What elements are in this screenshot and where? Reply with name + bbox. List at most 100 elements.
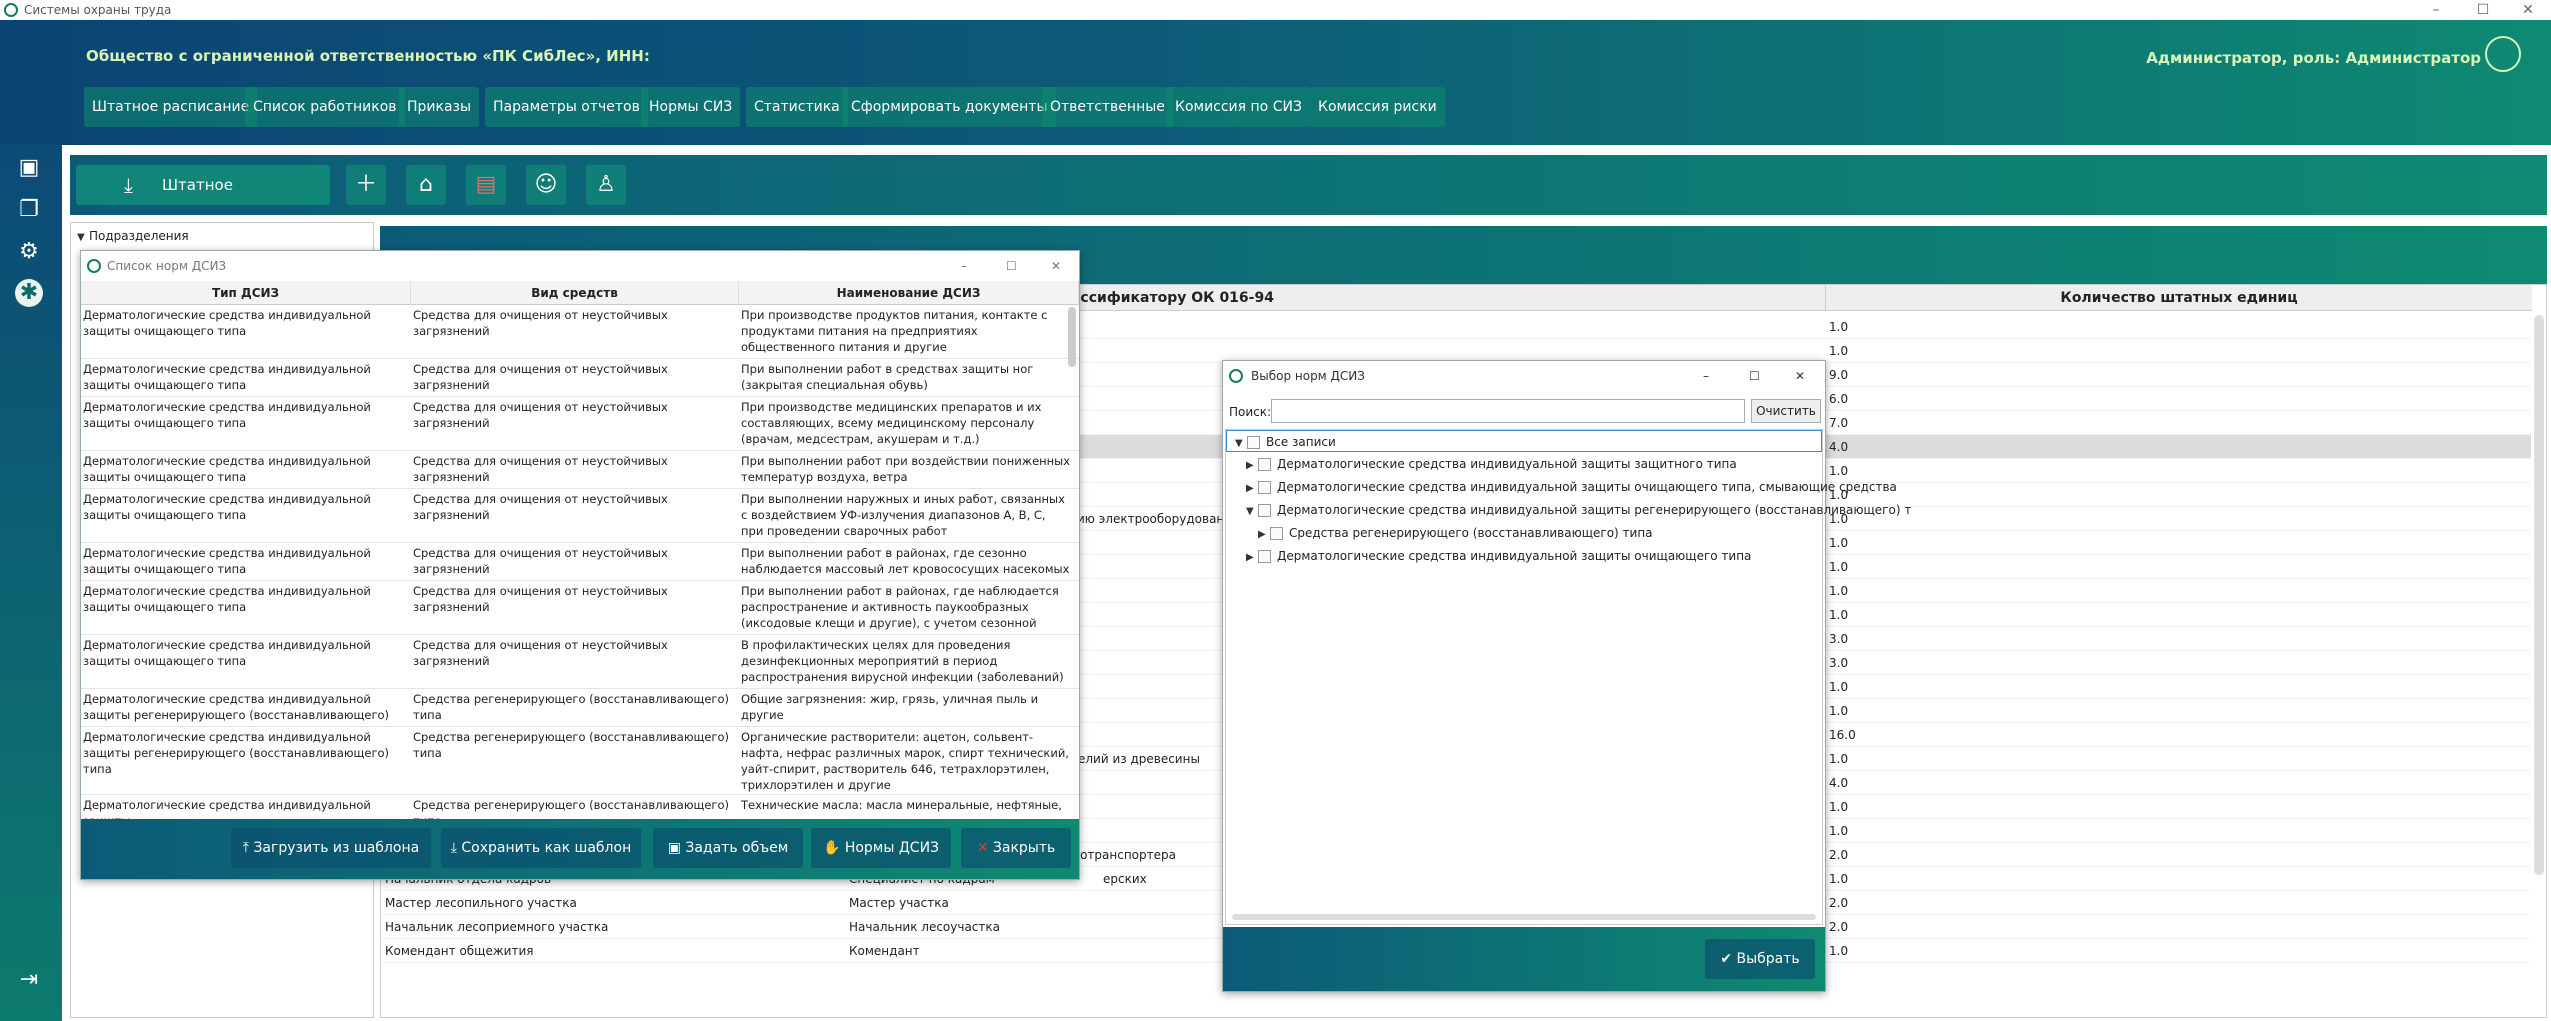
checkbox[interactable] — [1258, 550, 1271, 563]
nav-siz-commission[interactable]: Комиссия по СИЗ — [1167, 87, 1310, 127]
row-profession: елий из древесины — [1078, 752, 1200, 766]
tree-root[interactable]: ▼ Подразделения — [77, 229, 189, 243]
row-count: 2.0 — [1829, 896, 1849, 910]
nav-orders[interactable]: Приказы — [399, 87, 480, 127]
dsiz-list-dialog: Список норм ДСИЗ – ☐ ✕ Тип ДСИЗ Вид сред… — [80, 250, 1080, 880]
cell-dsiz-name: Технические масла: масла минеральные, не… — [741, 798, 1062, 812]
clipboard-icon: ▣ — [667, 840, 686, 856]
close-icon[interactable]: ✕ — [1051, 251, 1061, 281]
nav-report-params[interactable]: Параметры отчетов — [485, 87, 648, 127]
check-circle-icon: ✔ — [1720, 951, 1737, 967]
cell-dsiz-type: Дерматологические средства индивидуально… — [83, 798, 371, 819]
row-count: 6.0 — [1829, 392, 1849, 406]
nav-responsible[interactable]: Ответственные — [1042, 87, 1173, 127]
maximize-icon[interactable]: ☐ — [1749, 361, 1760, 391]
search-input[interactable] — [1271, 399, 1745, 423]
set-volume-button[interactable]: ▣ Задать объем — [653, 828, 803, 868]
avatar[interactable] — [2485, 36, 2521, 72]
upload-icon: ⤒ — [242, 840, 254, 856]
mask-icon[interactable]: ☺ — [526, 165, 566, 205]
col-header-dsiz-name[interactable]: Наименование ДСИЗ — [739, 281, 1079, 305]
close-icon[interactable]: ✕ — [2505, 0, 2551, 20]
table-row[interactable]: Дерматологические средства индивидуально… — [81, 635, 1079, 689]
user-role: Администратор, роль: Администратор — [2146, 49, 2481, 67]
nav-employee-list[interactable]: Список работников — [245, 87, 405, 127]
medical-icon[interactable]: ✱ — [15, 279, 43, 307]
load-template-button[interactable]: ⤒ Загрузить из шаблона — [231, 828, 431, 868]
row-count: 7.0 — [1829, 416, 1849, 430]
nav-staff-schedule[interactable]: Штатное расписание — [84, 87, 258, 127]
checkbox[interactable] — [1270, 527, 1283, 540]
checkbox[interactable] — [1247, 436, 1260, 449]
table-row[interactable]: Дерматологические средства индивидуально… — [81, 451, 1079, 489]
cell-dsiz-name: При выполнении работ при воздействии пон… — [741, 454, 1071, 484]
app-logo-icon — [1229, 369, 1243, 383]
gear-icon[interactable]: ⚙ — [13, 237, 45, 267]
close-button[interactable]: ✕ Закрыть — [961, 828, 1071, 868]
table-row[interactable]: Дерматологические средства индивидуально… — [81, 397, 1079, 451]
row-count: 1.0 — [1829, 584, 1849, 598]
col-header-means-kind[interactable]: Вид средств — [411, 281, 739, 305]
row-count: 4.0 — [1829, 776, 1849, 790]
tree-node-all[interactable]: ▼ Все записи — [1226, 430, 1822, 452]
col-header-dsiz-type[interactable]: Тип ДСИЗ — [81, 281, 411, 305]
maximize-icon[interactable]: ☐ — [1006, 251, 1017, 281]
load-staff-schedule-button[interactable]: ⤓ Штатное расписание — [76, 165, 330, 234]
nav-statistics[interactable]: Статистика — [746, 87, 848, 127]
table-row[interactable]: Дерматологические средства индивидуально… — [81, 689, 1079, 727]
dsiz-list-titlebar: Список норм ДСИЗ – ☐ ✕ — [81, 251, 1079, 281]
add-icon[interactable]: ＋ — [346, 165, 386, 205]
checkbox[interactable] — [1258, 458, 1271, 471]
select-button[interactable]: ✔ Выбрать — [1705, 939, 1815, 979]
table-row[interactable]: Дерматологические средства индивидуально… — [81, 489, 1079, 543]
cell-dsiz-name: Органические растворители: ацетон, сольв… — [741, 730, 1069, 792]
clear-button[interactable]: Очистить — [1751, 399, 1821, 423]
minimize-icon[interactable]: – — [2413, 0, 2459, 20]
window-titlebar: Системы охраны труда – ☐ ✕ — [0, 0, 2551, 20]
clipboard-icon[interactable]: ▤ — [466, 165, 506, 205]
nav-generate-docs[interactable]: Сформировать документы — [843, 87, 1056, 127]
row-count: 16.0 — [1829, 728, 1856, 742]
checkbox[interactable] — [1258, 481, 1271, 494]
tree-node-cleansing[interactable]: ▶ Дерматологические средства индивидуальн… — [1246, 545, 1751, 567]
cell-dsiz-type: Дерматологические средства индивидуально… — [83, 584, 371, 614]
close-icon[interactable]: ✕ — [1795, 361, 1805, 391]
row-count: 1.0 — [1829, 608, 1849, 622]
worker-icon[interactable]: ♙ — [586, 165, 626, 205]
map-icon[interactable]: ⌂ — [406, 165, 446, 205]
window-title: Системы охраны труда — [24, 3, 172, 17]
briefcase-icon[interactable]: ▣ — [13, 153, 45, 183]
cell-dsiz-type: Дерматологические средства индивидуально… — [83, 400, 371, 430]
tree-node-regenerating[interactable]: ▼ Дерматологические средства индивидуальн… — [1246, 499, 1911, 521]
app-logo-icon — [87, 259, 101, 273]
tree-node-regenerating-means[interactable]: ▶ Средства регенерирующего (восстанавлива… — [1258, 522, 1653, 544]
cell-dsiz-type: Дерматологические средства индивидуально… — [83, 692, 390, 725]
copy-icon[interactable]: ❐ — [13, 195, 45, 225]
tree-node-protective[interactable]: ▶ Дерматологические средства индивидуальн… — [1246, 453, 1737, 475]
cell-dsiz-name: При выполнении работ в районах, где сезо… — [741, 546, 1070, 576]
col-header-count[interactable]: Количество штатных единиц — [1825, 285, 2532, 311]
cell-means-kind: Средства для очищения от неустойчивых за… — [413, 362, 668, 392]
dsiz-norms-button[interactable]: ✋ Нормы ДСИЗ — [811, 828, 951, 868]
tree-node-cleansing-wash[interactable]: ▶ Дерматологические средства индивидуальн… — [1246, 476, 1897, 498]
minimize-icon[interactable]: – — [1703, 361, 1709, 391]
table-scrollbar[interactable] — [2534, 315, 2544, 875]
grid-scrollbar[interactable] — [1068, 307, 1076, 367]
nav-risk-commission[interactable]: Комиссия риски — [1310, 87, 1445, 127]
table-row[interactable]: Дерматологические средства индивидуально… — [81, 727, 1079, 795]
save-template-button[interactable]: ⤓ Сохранить как шаблон — [441, 828, 641, 868]
checkbox[interactable] — [1258, 504, 1271, 517]
cell-means-kind: Средства регенерирующего (восстанавливаю… — [413, 692, 729, 722]
table-row[interactable]: Дерматологические средства индивидуально… — [81, 359, 1079, 397]
cell-dsiz-type: Дерматологические средства индивидуально… — [83, 730, 390, 776]
table-row[interactable]: Дерматологические средства индивидуально… — [81, 795, 1079, 819]
tree-scrollbar[interactable] — [1232, 914, 1816, 920]
dsiz-list-title: Список норм ДСИЗ — [107, 259, 227, 273]
table-row[interactable]: Дерматологические средства индивидуально… — [81, 305, 1079, 359]
logout-icon[interactable]: ⇥ — [13, 965, 45, 995]
table-row[interactable]: Дерматологические средства индивидуально… — [81, 543, 1079, 581]
table-row[interactable]: Дерматологические средства индивидуально… — [81, 581, 1079, 635]
nav-siz-norms[interactable]: Нормы СИЗ — [641, 87, 741, 127]
minimize-icon[interactable]: – — [961, 251, 967, 281]
maximize-icon[interactable]: ☐ — [2460, 0, 2506, 20]
